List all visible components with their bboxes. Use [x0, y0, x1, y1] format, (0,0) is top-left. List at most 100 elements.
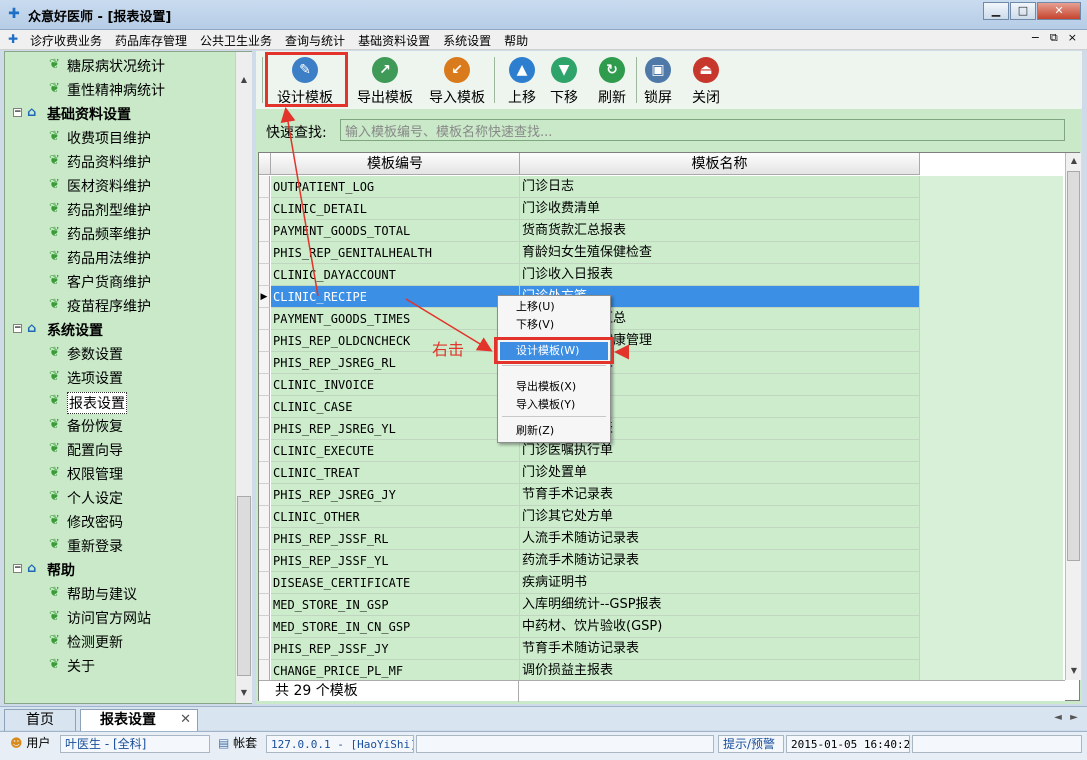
expand-toggle-icon[interactable]: − [13, 564, 22, 573]
table-scroll-thumb[interactable] [1067, 171, 1080, 561]
scroll-up-icon[interactable]: ▲ [236, 72, 252, 88]
row-selector[interactable] [259, 418, 270, 440]
tree-item-label: 报表设置 [67, 392, 127, 414]
table-scroll-down-icon[interactable]: ▼ [1066, 663, 1082, 679]
context-menu-item[interactable]: 设计模板(W) [500, 342, 608, 360]
row-selector[interactable]: ▶ [259, 286, 270, 308]
table-scroll-up-icon[interactable]: ▲ [1066, 153, 1082, 169]
close-window-button[interactable]: ✕ [1037, 2, 1081, 20]
table-scrollbar[interactable]: ▲ ▼ [1065, 153, 1081, 680]
row-selector[interactable] [259, 396, 270, 418]
table-row[interactable]: MED_STORE_IN_CN_GSP 中药材、饮片验收(GSP) [271, 616, 921, 638]
sidebar-scroll-thumb[interactable] [237, 496, 251, 676]
row-selector[interactable] [259, 462, 270, 484]
quick-search-input[interactable]: 输入模板编号、模板名称快速查找... [340, 119, 1065, 141]
window-controls: ▁ □ ✕ [983, 2, 1081, 20]
table-row[interactable]: PAYMENT_GOODS_TOTAL 货商货款汇总报表 [271, 220, 921, 242]
menu-item[interactable]: 基础资料设置 [358, 32, 430, 49]
row-selector[interactable] [259, 572, 270, 594]
toolbar-button-label: 导入模板 [429, 90, 485, 106]
app-menu-icon[interactable]: ✚ [8, 32, 18, 46]
scroll-down-icon[interactable]: ▼ [236, 685, 252, 701]
toolbar-button-2[interactable]: ↗ 导出模板 [352, 53, 418, 107]
table-row[interactable]: CLINIC_TREAT 门诊处置单 [271, 462, 921, 484]
row-selector[interactable] [259, 330, 270, 352]
row-selector[interactable] [259, 616, 270, 638]
sidebar-scrollbar[interactable]: ▲ ▼ [235, 52, 252, 703]
table-row[interactable]: PHIS_REP_JSSF_RL 人流手术随访记录表 [271, 528, 921, 550]
alert-panel[interactable]: 提示/预警 [718, 735, 784, 753]
table-row[interactable]: PHIS_REP_JSSF_YL 药流手术随访记录表 [271, 550, 921, 572]
toolbar-button-7[interactable]: ▣ 锁屏 [638, 53, 678, 107]
tree-item-label: 参数设置 [67, 347, 123, 363]
expand-toggle-icon[interactable]: − [13, 324, 22, 333]
row-selector[interactable] [259, 220, 270, 242]
toolbar-button-8[interactable]: ⏏ 关闭 [686, 53, 726, 107]
table-row[interactable]: OUTPATIENT_LOG 门诊日志 [271, 176, 921, 198]
row-selector[interactable] [259, 176, 270, 198]
tree-item-label: 关于 [67, 659, 95, 675]
maximize-button[interactable]: □ [1010, 2, 1036, 20]
row-selector[interactable] [259, 308, 270, 330]
tree-item-label: 药品剂型维护 [67, 203, 151, 219]
row-selector[interactable] [259, 550, 270, 572]
row-selector[interactable] [259, 374, 270, 396]
menu-item[interactable]: 公共卫生业务 [200, 32, 272, 49]
table-row[interactable]: MED_STORE_IN_GSP 入库明细统计--GSP报表 [271, 594, 921, 616]
row-selector[interactable] [259, 264, 270, 286]
row-selector[interactable] [259, 638, 270, 660]
row-selector[interactable] [259, 440, 270, 462]
row-selector[interactable] [259, 484, 270, 506]
column-header-code[interactable]: 模板编号 [271, 153, 520, 175]
menu-item[interactable]: 查询与统计 [285, 32, 345, 49]
row-selector[interactable] [259, 352, 270, 374]
menu-item[interactable]: 帮助 [504, 32, 528, 49]
cell-template-code: PHIS_REP_OLDCNCHECK [271, 330, 520, 352]
table-row[interactable]: PHIS_REP_JSSF_JY 节育手术随访记录表 [271, 638, 921, 660]
table-row[interactable]: CLINIC_DAYACCOUNT 门诊收入日报表 [271, 264, 921, 286]
row-selector[interactable] [259, 198, 270, 220]
context-menu-item[interactable]: 下移(V) [500, 316, 608, 334]
table-row[interactable]: CLINIC_OTHER 门诊其它处方单 [271, 506, 921, 528]
toolbar-button-1[interactable]: ✎ 设计模板 [270, 53, 340, 107]
mdi-restore-button[interactable]: ⧉ [1050, 31, 1058, 45]
mdi-minimize-button[interactable]: − [1031, 31, 1040, 45]
account-label: 帐套 [233, 736, 258, 750]
toolbar-button-5[interactable]: ▼ 下移 [544, 53, 584, 107]
menu-item[interactable]: 诊疗收费业务 [30, 32, 102, 49]
table-row[interactable]: PHIS_REP_JSREG_JY 节育手术记录表 [271, 484, 921, 506]
column-header-name[interactable]: 模板名称 [520, 153, 920, 175]
toolbar-button-4[interactable]: ▲ 上移 [502, 53, 542, 107]
tab-scroll-left-icon[interactable]: ◄ [1051, 709, 1065, 727]
context-menu-item[interactable]: 刷新(Z) [500, 422, 608, 440]
folder-home-icon: ⌂ [27, 561, 37, 576]
mdi-close-button[interactable]: × [1068, 31, 1077, 45]
row-selector[interactable] [259, 506, 270, 528]
table-row[interactable]: PHIS_REP_GENITALHEALTH 育龄妇女生殖保健检查 [271, 242, 921, 264]
expand-toggle-icon[interactable]: − [13, 108, 22, 117]
menu-item[interactable]: 系统设置 [443, 32, 491, 49]
table-row[interactable]: CHANGE_PRICE_PL_MF 调价损益主报表 [271, 660, 921, 682]
toolbar-button-3[interactable]: ↙ 导入模板 [424, 53, 490, 107]
tab-scroll-right-icon[interactable]: ► [1067, 709, 1081, 727]
context-menu-item[interactable]: 上移(U) [500, 298, 608, 316]
menu-item[interactable]: 药品库存管理 [115, 32, 187, 49]
tab-home[interactable]: 首页 [4, 709, 76, 731]
toolbar-separator [262, 57, 263, 103]
row-selector[interactable] [259, 528, 270, 550]
context-menu-item[interactable]: 导出模板(X) [500, 378, 608, 396]
table-row[interactable]: CLINIC_EXECUTE 门诊医嘱执行单 [271, 440, 921, 462]
tab-close-icon[interactable]: ✕ [180, 710, 191, 730]
row-selector[interactable] [259, 242, 270, 264]
cell-template-code: CLINIC_TREAT [271, 462, 520, 484]
cell-template-code: CLINIC_EXECUTE [271, 440, 520, 462]
row-selector[interactable] [259, 660, 270, 682]
table-row[interactable]: CLINIC_DETAIL 门诊收费清单 [271, 198, 921, 220]
row-selector[interactable] [259, 594, 270, 616]
table-row[interactable]: DISEASE_CERTIFICATE 疾病证明书 [271, 572, 921, 594]
context-menu-item[interactable]: 导入模板(Y) [500, 396, 608, 414]
minimize-button[interactable]: ▁ [983, 2, 1009, 20]
tab-report-settings[interactable]: 报表设置 ✕ [80, 709, 198, 731]
toolbar-button-6[interactable]: ↻ 刷新 [592, 53, 632, 107]
leaf-icon: ❦ [49, 633, 60, 648]
